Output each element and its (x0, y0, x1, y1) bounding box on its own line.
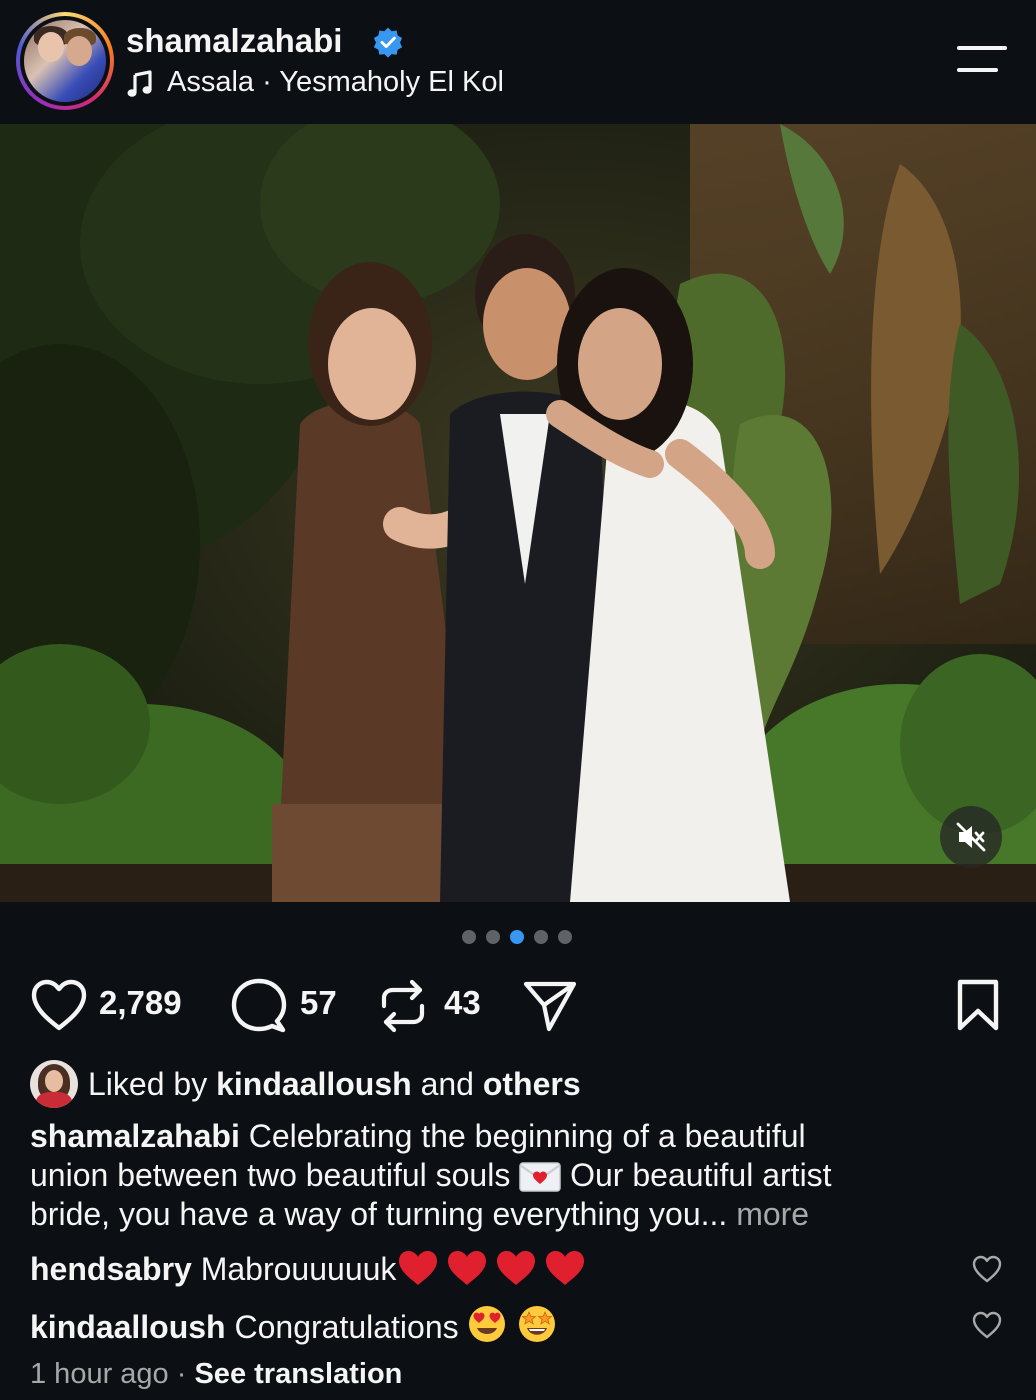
repost-count[interactable]: 43 (444, 984, 481, 1022)
carousel-dot-active (510, 930, 524, 944)
post-media-photo[interactable] (0, 124, 1036, 902)
caption-more-link[interactable]: more (736, 1196, 809, 1232)
emoji-group (468, 1306, 555, 1342)
carousel-dot (558, 930, 572, 944)
red-heart-emoji-group (399, 1251, 585, 1285)
comment-count[interactable]: 57 (300, 984, 337, 1022)
caption-text: Celebrating the beginning of a beautiful (239, 1118, 806, 1154)
muted-speaker-icon (956, 822, 986, 852)
carousel-dot (534, 930, 548, 944)
music-note-icon (127, 70, 152, 97)
photo-illustration (0, 124, 1036, 902)
comment-like-heart-icon[interactable] (972, 1255, 1002, 1283)
hamburger-menu-icon[interactable] (956, 44, 1008, 74)
verified-badge-icon (373, 27, 403, 58)
repost-icon[interactable] (378, 978, 428, 1034)
comment-text: Mabrouuuuuk (191, 1251, 397, 1287)
carousel-indicator (462, 930, 572, 944)
red-heart-emoji (497, 1251, 536, 1285)
liked-by-username[interactable]: kindaalloush (216, 1066, 412, 1102)
caption-username[interactable]: shamalzahabi (30, 1118, 240, 1154)
comment-icon[interactable] (231, 978, 287, 1034)
comment-row[interactable]: hendsabry Mabrouuuuuk (30, 1248, 592, 1288)
bookmark-icon[interactable] (956, 978, 1000, 1032)
red-heart-emoji (448, 1251, 487, 1285)
heart-icon[interactable] (30, 978, 88, 1032)
star-struck-emoji (518, 1306, 555, 1342)
comment-like-heart-icon[interactable] (972, 1311, 1002, 1339)
share-icon[interactable] (522, 978, 578, 1034)
post-timestamp: 1 hour ago (30, 1358, 169, 1390)
post-caption: shamalzahabi Celebrating the beginning o… (30, 1118, 832, 1232)
carousel-dot (486, 930, 500, 944)
profile-avatar (24, 20, 106, 102)
post-username[interactable]: shamalzahabi (126, 22, 342, 60)
post-meta-line: 1 hour ago · See translation (30, 1358, 402, 1391)
see-translation-link[interactable]: See translation (194, 1358, 402, 1390)
like-count[interactable]: 2,789 (99, 984, 182, 1022)
comment-username[interactable]: hendsabry (30, 1251, 192, 1287)
post-audio-track[interactable]: Assala · Yesmaholy El Kol (167, 66, 504, 99)
post-action-bar: 2,789 57 43 (0, 970, 1036, 1038)
liked-by-avatar[interactable] (30, 1060, 78, 1108)
comment-username[interactable]: kindaalloush (30, 1309, 226, 1345)
meta-separator: · (176, 1358, 187, 1390)
red-heart-emoji (399, 1251, 438, 1285)
profile-avatar-story-ring[interactable] (16, 12, 114, 110)
carousel-dot (462, 930, 476, 944)
love-letter-emoji (519, 1162, 561, 1192)
comment-text: Congratulations (225, 1309, 468, 1345)
comment-row[interactable]: kindaalloush Congratulations (30, 1304, 558, 1346)
heart-eyes-emoji (468, 1306, 505, 1342)
red-heart-emoji (546, 1251, 585, 1285)
mute-toggle-button[interactable] (940, 806, 1002, 868)
liked-by-others[interactable]: others (483, 1066, 581, 1102)
liked-by-text[interactable]: Liked by kindaalloush and others (88, 1066, 581, 1103)
post-header: shamalzahabi Assala · Yesmaholy El Kol (0, 0, 1036, 124)
